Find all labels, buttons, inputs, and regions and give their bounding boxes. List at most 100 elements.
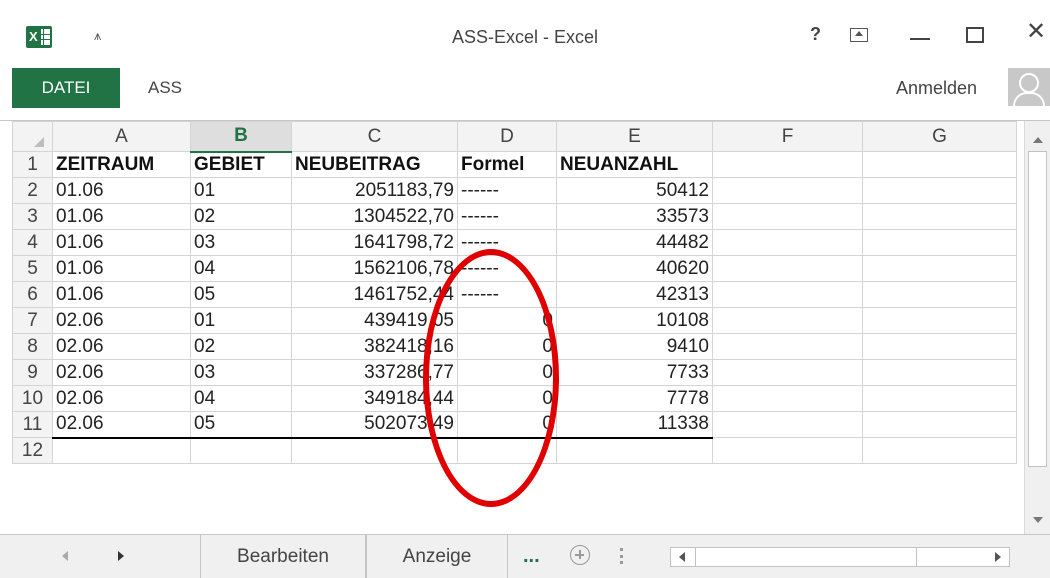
row-header[interactable]: 6 xyxy=(12,281,53,308)
cell[interactable]: 01 xyxy=(190,177,292,204)
cell[interactable]: 1562106,78 xyxy=(291,255,458,282)
cell[interactable]: 03 xyxy=(190,229,292,256)
row-header[interactable]: 11 xyxy=(12,411,53,438)
cell[interactable] xyxy=(862,177,1017,204)
cell[interactable]: 439419,05 xyxy=(291,307,458,334)
vertical-scrollbar[interactable] xyxy=(1024,121,1050,535)
row-header[interactable]: 1 xyxy=(12,151,53,178)
cell[interactable]: 382418,16 xyxy=(291,333,458,360)
scroll-right-icon[interactable] xyxy=(995,552,1001,562)
cell[interactable] xyxy=(712,229,863,256)
cell[interactable]: 01.06 xyxy=(52,177,191,204)
cell[interactable] xyxy=(862,359,1017,386)
cell[interactable]: 0 xyxy=(457,333,557,360)
cell[interactable]: 03 xyxy=(190,359,292,386)
column-header-e[interactable]: E xyxy=(556,121,713,152)
cell[interactable] xyxy=(712,385,863,412)
scroll-thumb[interactable] xyxy=(1028,151,1047,467)
cell[interactable]: 40620 xyxy=(556,255,713,282)
row-header[interactable]: 2 xyxy=(12,177,53,204)
cell[interactable]: 01.06 xyxy=(52,203,191,230)
column-header-f[interactable]: F xyxy=(712,121,863,152)
cell[interactable] xyxy=(52,437,191,464)
minimize-button[interactable] xyxy=(910,38,930,40)
help-button[interactable]: ? xyxy=(810,24,821,44)
tab-ass[interactable]: ASS xyxy=(148,78,182,98)
scroll-down-icon[interactable] xyxy=(1033,517,1043,523)
cell[interactable]: 02.06 xyxy=(52,385,191,412)
cell[interactable] xyxy=(712,255,863,282)
row-header[interactable]: 5 xyxy=(12,255,53,282)
split-handle-icon[interactable] xyxy=(620,548,623,564)
cell[interactable] xyxy=(712,437,863,464)
cell[interactable]: 502073,49 xyxy=(291,411,458,439)
cell[interactable]: ------ xyxy=(457,229,557,256)
cell[interactable]: 10108 xyxy=(556,307,713,334)
cell[interactable]: 1304522,70 xyxy=(291,203,458,230)
cell[interactable] xyxy=(862,255,1017,282)
cell[interactable] xyxy=(712,359,863,386)
column-header-a[interactable]: A xyxy=(52,121,191,152)
cell[interactable]: 0 xyxy=(457,385,557,412)
cell[interactable]: 50412 xyxy=(556,177,713,204)
cell[interactable] xyxy=(556,437,713,464)
column-header-g[interactable]: G xyxy=(862,121,1017,152)
cell[interactable]: 05 xyxy=(190,411,292,439)
cell[interactable]: 0 xyxy=(457,307,557,334)
cell[interactable] xyxy=(862,411,1017,438)
cell[interactable]: 01.06 xyxy=(52,229,191,256)
cell[interactable]: 02.06 xyxy=(52,411,191,439)
column-header-c[interactable]: C xyxy=(291,121,458,152)
header-cell[interactable]: GEBIET xyxy=(190,151,292,178)
sheet-tab-bearbeiten[interactable]: Bearbeiten xyxy=(200,535,366,578)
cell[interactable]: 04 xyxy=(190,385,292,412)
cell[interactable] xyxy=(712,177,863,204)
cell[interactable]: ------ xyxy=(457,203,557,230)
cell[interactable] xyxy=(862,307,1017,334)
close-button[interactable]: ✕ xyxy=(1026,20,1046,44)
cell[interactable]: 01 xyxy=(190,307,292,334)
avatar[interactable] xyxy=(1008,68,1050,106)
cell[interactable]: 1641798,72 xyxy=(291,229,458,256)
sheet-tab-anzeige[interactable]: Anzeige xyxy=(366,535,508,578)
cell[interactable] xyxy=(862,229,1017,256)
cell[interactable] xyxy=(291,437,458,464)
cell[interactable] xyxy=(457,437,557,464)
cell[interactable]: 0 xyxy=(457,411,557,439)
cell[interactable] xyxy=(712,203,863,230)
scroll-up-icon[interactable] xyxy=(1033,137,1043,143)
cell[interactable] xyxy=(862,203,1017,230)
cell[interactable] xyxy=(712,151,863,178)
tab-prev-icon[interactable] xyxy=(62,551,68,561)
cell[interactable]: 02.06 xyxy=(52,307,191,334)
cell[interactable]: ------ xyxy=(457,177,557,204)
cell[interactable]: 42313 xyxy=(556,281,713,308)
cell[interactable]: 02.06 xyxy=(52,333,191,360)
header-cell[interactable]: NEUBEITRAG xyxy=(291,151,458,178)
cell[interactable] xyxy=(712,281,863,308)
cell[interactable]: 7778 xyxy=(556,385,713,412)
header-cell[interactable]: Formel xyxy=(457,151,557,178)
cell[interactable]: 02.06 xyxy=(52,359,191,386)
cell[interactable] xyxy=(862,333,1017,360)
cell[interactable]: 04 xyxy=(190,255,292,282)
cell[interactable]: 44482 xyxy=(556,229,713,256)
cell[interactable]: 11338 xyxy=(556,411,713,439)
add-sheet-icon[interactable] xyxy=(570,545,590,565)
cell[interactable]: 337286,77 xyxy=(291,359,458,386)
cell[interactable]: 33573 xyxy=(556,203,713,230)
row-header[interactable]: 4 xyxy=(12,229,53,256)
cell[interactable]: ------ xyxy=(457,255,557,282)
cell[interactable] xyxy=(190,437,292,464)
cell[interactable]: 02 xyxy=(190,203,292,230)
cell[interactable] xyxy=(712,333,863,360)
row-header[interactable]: 12 xyxy=(12,437,53,464)
cell[interactable] xyxy=(862,437,1017,464)
select-all-corner[interactable] xyxy=(12,121,53,152)
cell[interactable] xyxy=(712,307,863,334)
column-header-b[interactable]: B xyxy=(190,121,292,153)
tab-next-icon[interactable] xyxy=(118,551,124,561)
cell[interactable]: 2051183,79 xyxy=(291,177,458,204)
row-header[interactable]: 10 xyxy=(12,385,53,412)
cell[interactable]: 9410 xyxy=(556,333,713,360)
